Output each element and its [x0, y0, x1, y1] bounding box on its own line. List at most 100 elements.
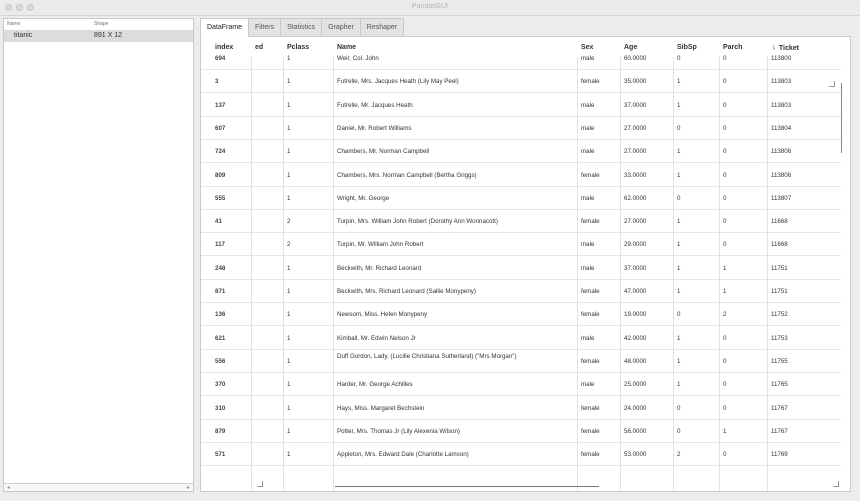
cell-index: 809: [215, 171, 226, 179]
cell-age: 25.0000: [624, 381, 647, 389]
cell-name: Kimball, Mr. Edwin Nelson Jr: [337, 334, 416, 342]
cell-parch: 1: [723, 264, 727, 272]
tab-filters[interactable]: Filters: [248, 18, 282, 36]
cell-parch: 0: [723, 148, 727, 156]
title-bar: PandasGUI: [0, 0, 860, 16]
cell-age: 47.0000: [624, 288, 647, 295]
scroll-left-grip-icon[interactable]: [257, 481, 263, 487]
table-row[interactable]: 370 1 Harder, Mr. George Achilles male 25.00…: [201, 373, 841, 397]
cell-pclass: 1: [287, 148, 291, 156]
table-row[interactable]: 248 1 Beckwith, Mr. Richard Leonard male 37.…: [201, 257, 841, 280]
tab-reshaper[interactable]: Reshaper: [359, 18, 405, 36]
tab-grapher[interactable]: Grapher: [321, 18, 361, 36]
table-row[interactable]: 879 1 Potter, Mrs. Thomas Jr (Lily Alexeni…: [201, 420, 841, 443]
cell-sibsp: 1: [677, 357, 681, 365]
tab-dataframe[interactable]: DataFrame: [200, 18, 250, 37]
scroll-right-icon[interactable]: ▸: [187, 484, 190, 492]
cell-name: Beckwith, Mrs. Richard Leonard (Sallie M…: [337, 288, 476, 295]
table-row[interactable]: 41 2 Turpin, Mrs. William John Robert (Dor…: [201, 210, 841, 234]
cell-ticket: 113806: [771, 171, 792, 179]
cell-sibsp: 1: [677, 381, 681, 389]
name-column-header[interactable]: Name: [7, 21, 20, 27]
cell-pclass: 1: [287, 334, 291, 342]
cell-pclass: 1: [287, 451, 291, 459]
cell-parch: 0: [723, 404, 727, 412]
cell-index: 41: [215, 218, 222, 226]
cell-name: Futrelle, Mrs. Jacques Heath (Lily May P…: [337, 78, 459, 86]
cell-sex: male: [581, 264, 595, 272]
table-row[interactable]: 571 1 Appleton, Mrs. Edward Dale (Charlott…: [201, 443, 841, 467]
table-row[interactable]: 3 1 Futrelle, Mrs. Jacques Heath (Lily May…: [201, 70, 841, 94]
tab-bar: DataFrame Filters Statistics Grapher Res…: [200, 18, 405, 37]
cell-name: Daniel, Mr. Robert Williams: [337, 124, 412, 132]
cell-ticket: 11751: [771, 288, 788, 295]
cell-sex: female: [581, 427, 600, 435]
cell-index: 694: [215, 55, 226, 62]
cell-sex: male: [581, 381, 595, 389]
cell-ticket: 11767: [771, 404, 788, 412]
left-panel-horizontal-scrollbar[interactable]: ◂ ▸: [4, 483, 193, 491]
cell-pclass: 1: [287, 101, 291, 109]
cell-sex: male: [581, 55, 595, 62]
scroll-left-icon[interactable]: ◂: [7, 484, 10, 492]
cell-sex: female: [581, 311, 600, 319]
cell-name: Harder, Mr. George Achilles: [337, 381, 413, 389]
cell-sex: male: [581, 194, 595, 202]
horizontal-scrollbar-thumb[interactable]: [335, 486, 599, 487]
cell-index: 370: [215, 381, 226, 389]
table-row[interactable]: 555 1 Wright, Mr. George male 62.0000 0 0 11380…: [201, 187, 841, 210]
cell-parch: 0: [723, 241, 727, 249]
resize-grip-icon[interactable]: [829, 81, 835, 87]
table-row[interactable]: 117 2 Turpin, Mr. William John Robert male 2…: [201, 233, 841, 257]
cell-name: Beckwith, Mr. Richard Leonard: [337, 264, 422, 272]
tab-statistics[interactable]: Statistics: [280, 18, 323, 36]
table-row[interactable]: 607 1 Daniel, Mr. Robert Williams male 27.00…: [201, 117, 841, 140]
cell-name: Wright, Mr. George: [337, 194, 390, 202]
cell-ticket: 11752: [771, 311, 788, 319]
cell-age: 35.0000: [624, 78, 647, 86]
main-panel: DataFrame Filters Statistics Grapher Res…: [200, 18, 856, 492]
cell-ticket: 113806: [771, 148, 792, 156]
table-row[interactable]: 136 1 Newsom, Miss. Helen Monypeny female 19…: [201, 303, 841, 327]
table-row[interactable]: 137 1 Futrelle, Mr. Jacques Heath male 37.00…: [201, 94, 841, 117]
vertical-scrollbar-thumb[interactable]: [841, 83, 842, 153]
cell-age: 19.0000: [624, 311, 647, 319]
cell-name: Turpin, Mrs. William John Robert (Doroth…: [337, 218, 498, 226]
cell-sibsp: 0: [677, 404, 681, 412]
table-row[interactable]: 310 1 Hays, Miss. Margaret Bechstein female…: [201, 397, 841, 420]
cell-age: 37.0000: [624, 264, 647, 272]
cell-ticket: 11767: [771, 427, 788, 435]
cell-sex: female: [581, 78, 600, 86]
cell-parch: 0: [723, 78, 727, 86]
dataframe-name: titanic: [14, 32, 33, 39]
cell-age: 27.0000: [624, 218, 647, 226]
cell-ticket: 11765: [771, 381, 788, 389]
cell-age: 62.0000: [624, 194, 647, 202]
cell-ticket: 113807: [771, 194, 792, 202]
cell-index: 136: [215, 311, 226, 319]
cell-ticket: 11753: [771, 334, 788, 342]
table-row[interactable]: 694 1 Weir, Col. John male 60.0000 0 0 113800: [201, 47, 841, 70]
table-row[interactable]: 871 1 Beckwith, Mrs. Richard Leonard (Sall…: [201, 280, 841, 303]
dataframe-list-item[interactable]: titanic 891 X 12: [4, 30, 193, 42]
table-row[interactable]: 621 1 Kimball, Mr. Edwin Nelson Jr male 42.0…: [201, 327, 841, 350]
cell-parch: 0: [723, 171, 727, 179]
cell-sibsp: 1: [677, 218, 681, 226]
cell-name: Chambers, Mr. Norman Campbell: [337, 148, 430, 156]
cell-ticket: 113800: [771, 55, 792, 62]
dataframe-shape: 891 X 12: [94, 32, 123, 39]
cell-pclass: 1: [287, 171, 291, 179]
table-row[interactable]: 809 1 Chambers, Mrs. Norman Campbell (Bert…: [201, 164, 841, 187]
scroll-corner-grip-icon[interactable]: [833, 481, 839, 487]
cell-age: 27.0000: [624, 124, 647, 132]
cell-parch: 2: [723, 311, 727, 319]
table-row[interactable]: 556 1 Duff Gordon, Lady. (Lucille Christia…: [201, 350, 841, 373]
cell-name: Appleton, Mrs. Edward Dale (Charlotte La…: [337, 451, 469, 459]
cell-pclass: 1: [287, 288, 291, 295]
table-row[interactable]: 724 1 Chambers, Mr. Norman Campbell male 27.…: [201, 140, 841, 164]
cell-ticket: 11751: [771, 264, 788, 272]
shape-column-header[interactable]: Shape: [94, 21, 108, 27]
cell-pclass: 1: [287, 357, 291, 365]
cell-parch: 0: [723, 381, 727, 389]
cell-sex: male: [581, 241, 595, 249]
